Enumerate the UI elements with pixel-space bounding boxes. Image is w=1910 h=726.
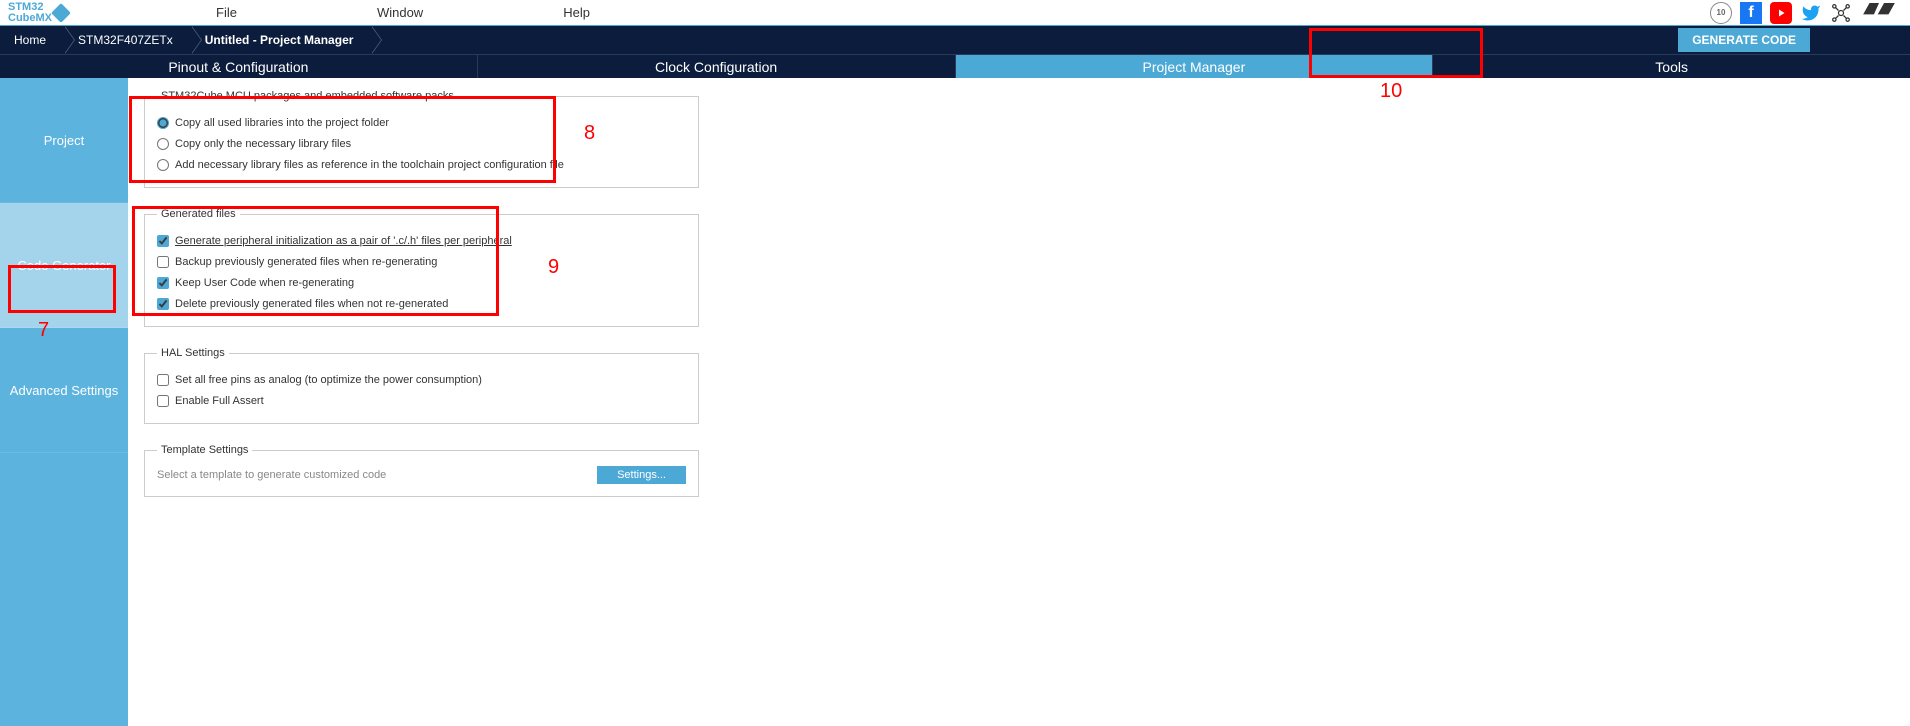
sidebar-item-advanced-settings[interactable]: Advanced Settings xyxy=(0,328,128,453)
gen-option-keep-user-code[interactable]: Keep User Code when re-generating xyxy=(157,272,686,293)
gen-option-delete-not-regen[interactable]: Delete previously generated files when n… xyxy=(157,293,686,314)
section-mcu-packages: STM32Cube MCU packages and embedded soft… xyxy=(144,90,699,188)
main-tabs: Pinout & Configuration Clock Configurati… xyxy=(0,54,1910,78)
side-nav: Project Code Generator Advanced Settings xyxy=(0,78,128,726)
mcu-legend: STM32Cube MCU packages and embedded soft… xyxy=(157,90,458,102)
checkbox-pair-files[interactable] xyxy=(157,235,169,247)
label-copy-all: Copy all used libraries into the project… xyxy=(175,117,389,129)
st-logo-icon xyxy=(1860,0,1898,26)
breadcrumb-title[interactable]: Untitled - Project Manager xyxy=(191,26,372,54)
youtube-icon[interactable] xyxy=(1770,2,1792,24)
radio-copy-all[interactable] xyxy=(157,117,169,129)
tab-pinout[interactable]: Pinout & Configuration xyxy=(0,55,478,78)
cube-icon xyxy=(51,3,71,23)
sidebar-item-project[interactable]: Project xyxy=(0,78,128,203)
menu-window[interactable]: Window xyxy=(377,5,423,20)
logo-line2: CubeMX xyxy=(8,12,52,24)
checkbox-backup[interactable] xyxy=(157,256,169,268)
anniversary-badge-icon: 10 xyxy=(1710,2,1732,24)
label-backup: Backup previously generated files when r… xyxy=(175,256,437,268)
tab-tools[interactable]: Tools xyxy=(1433,55,1910,78)
app-logo: STM32 CubeMX xyxy=(0,2,76,24)
radio-add-reference[interactable] xyxy=(157,159,169,171)
label-add-reference: Add necessary library files as reference… xyxy=(175,159,564,171)
label-pair-files: Generate peripheral initialization as a … xyxy=(175,235,512,247)
checkbox-full-assert[interactable] xyxy=(157,395,169,407)
hal-legend: HAL Settings xyxy=(157,347,229,359)
menu-file[interactable]: File xyxy=(216,5,237,20)
mcu-option-copy-all[interactable]: Copy all used libraries into the project… xyxy=(157,112,686,133)
menu-help[interactable]: Help xyxy=(563,5,590,20)
social-icons: 10 f xyxy=(1710,0,1910,26)
generate-code-button[interactable]: GENERATE CODE xyxy=(1678,28,1810,52)
label-full-assert: Enable Full Assert xyxy=(175,395,264,407)
sidebar-item-code-generator[interactable]: Code Generator xyxy=(0,203,128,328)
section-hal-settings: HAL Settings Set all free pins as analog… xyxy=(144,347,699,424)
section-generated-files: Generated files Generate peripheral init… xyxy=(144,208,699,327)
mcu-option-copy-necessary[interactable]: Copy only the necessary library files xyxy=(157,133,686,154)
template-text: Select a template to generate customized… xyxy=(157,469,386,481)
network-icon[interactable] xyxy=(1830,2,1852,24)
template-legend: Template Settings xyxy=(157,444,252,456)
label-delete-not-regen: Delete previously generated files when n… xyxy=(175,298,448,310)
checkbox-delete-not-regen[interactable] xyxy=(157,298,169,310)
label-copy-necessary: Copy only the necessary library files xyxy=(175,138,351,150)
twitter-icon[interactable] xyxy=(1800,2,1822,24)
radio-copy-necessary[interactable] xyxy=(157,138,169,150)
checkbox-keep-user-code[interactable] xyxy=(157,277,169,289)
main-layout: Project Code Generator Advanced Settings… xyxy=(0,78,1910,726)
menu-bar: File Window Help xyxy=(216,5,590,20)
facebook-icon[interactable]: f xyxy=(1740,2,1762,24)
top-header: STM32 CubeMX File Window Help 10 f xyxy=(0,0,1910,26)
tab-clock[interactable]: Clock Configuration xyxy=(478,55,956,78)
breadcrumb-bar: Home STM32F407ZETx Untitled - Project Ma… xyxy=(0,26,1910,54)
content-panel: STM32Cube MCU packages and embedded soft… xyxy=(128,78,1910,726)
hal-option-free-pins-analog[interactable]: Set all free pins as analog (to optimize… xyxy=(157,369,686,390)
tab-project-manager[interactable]: Project Manager xyxy=(956,55,1434,78)
section-template-settings: Template Settings Select a template to g… xyxy=(144,444,699,497)
gen-option-backup[interactable]: Backup previously generated files when r… xyxy=(157,251,686,272)
label-keep-user-code: Keep User Code when re-generating xyxy=(175,277,354,289)
gen-legend: Generated files xyxy=(157,208,240,220)
checkbox-free-pins-analog[interactable] xyxy=(157,374,169,386)
template-settings-button[interactable]: Settings... xyxy=(597,466,686,484)
mcu-option-add-reference[interactable]: Add necessary library files as reference… xyxy=(157,154,686,175)
breadcrumb-chip[interactable]: STM32F407ZETx xyxy=(64,26,191,54)
breadcrumb-home[interactable]: Home xyxy=(0,26,64,54)
label-free-pins-analog: Set all free pins as analog (to optimize… xyxy=(175,374,482,386)
hal-option-full-assert[interactable]: Enable Full Assert xyxy=(157,390,686,411)
gen-option-pair-files[interactable]: Generate peripheral initialization as a … xyxy=(157,230,686,251)
